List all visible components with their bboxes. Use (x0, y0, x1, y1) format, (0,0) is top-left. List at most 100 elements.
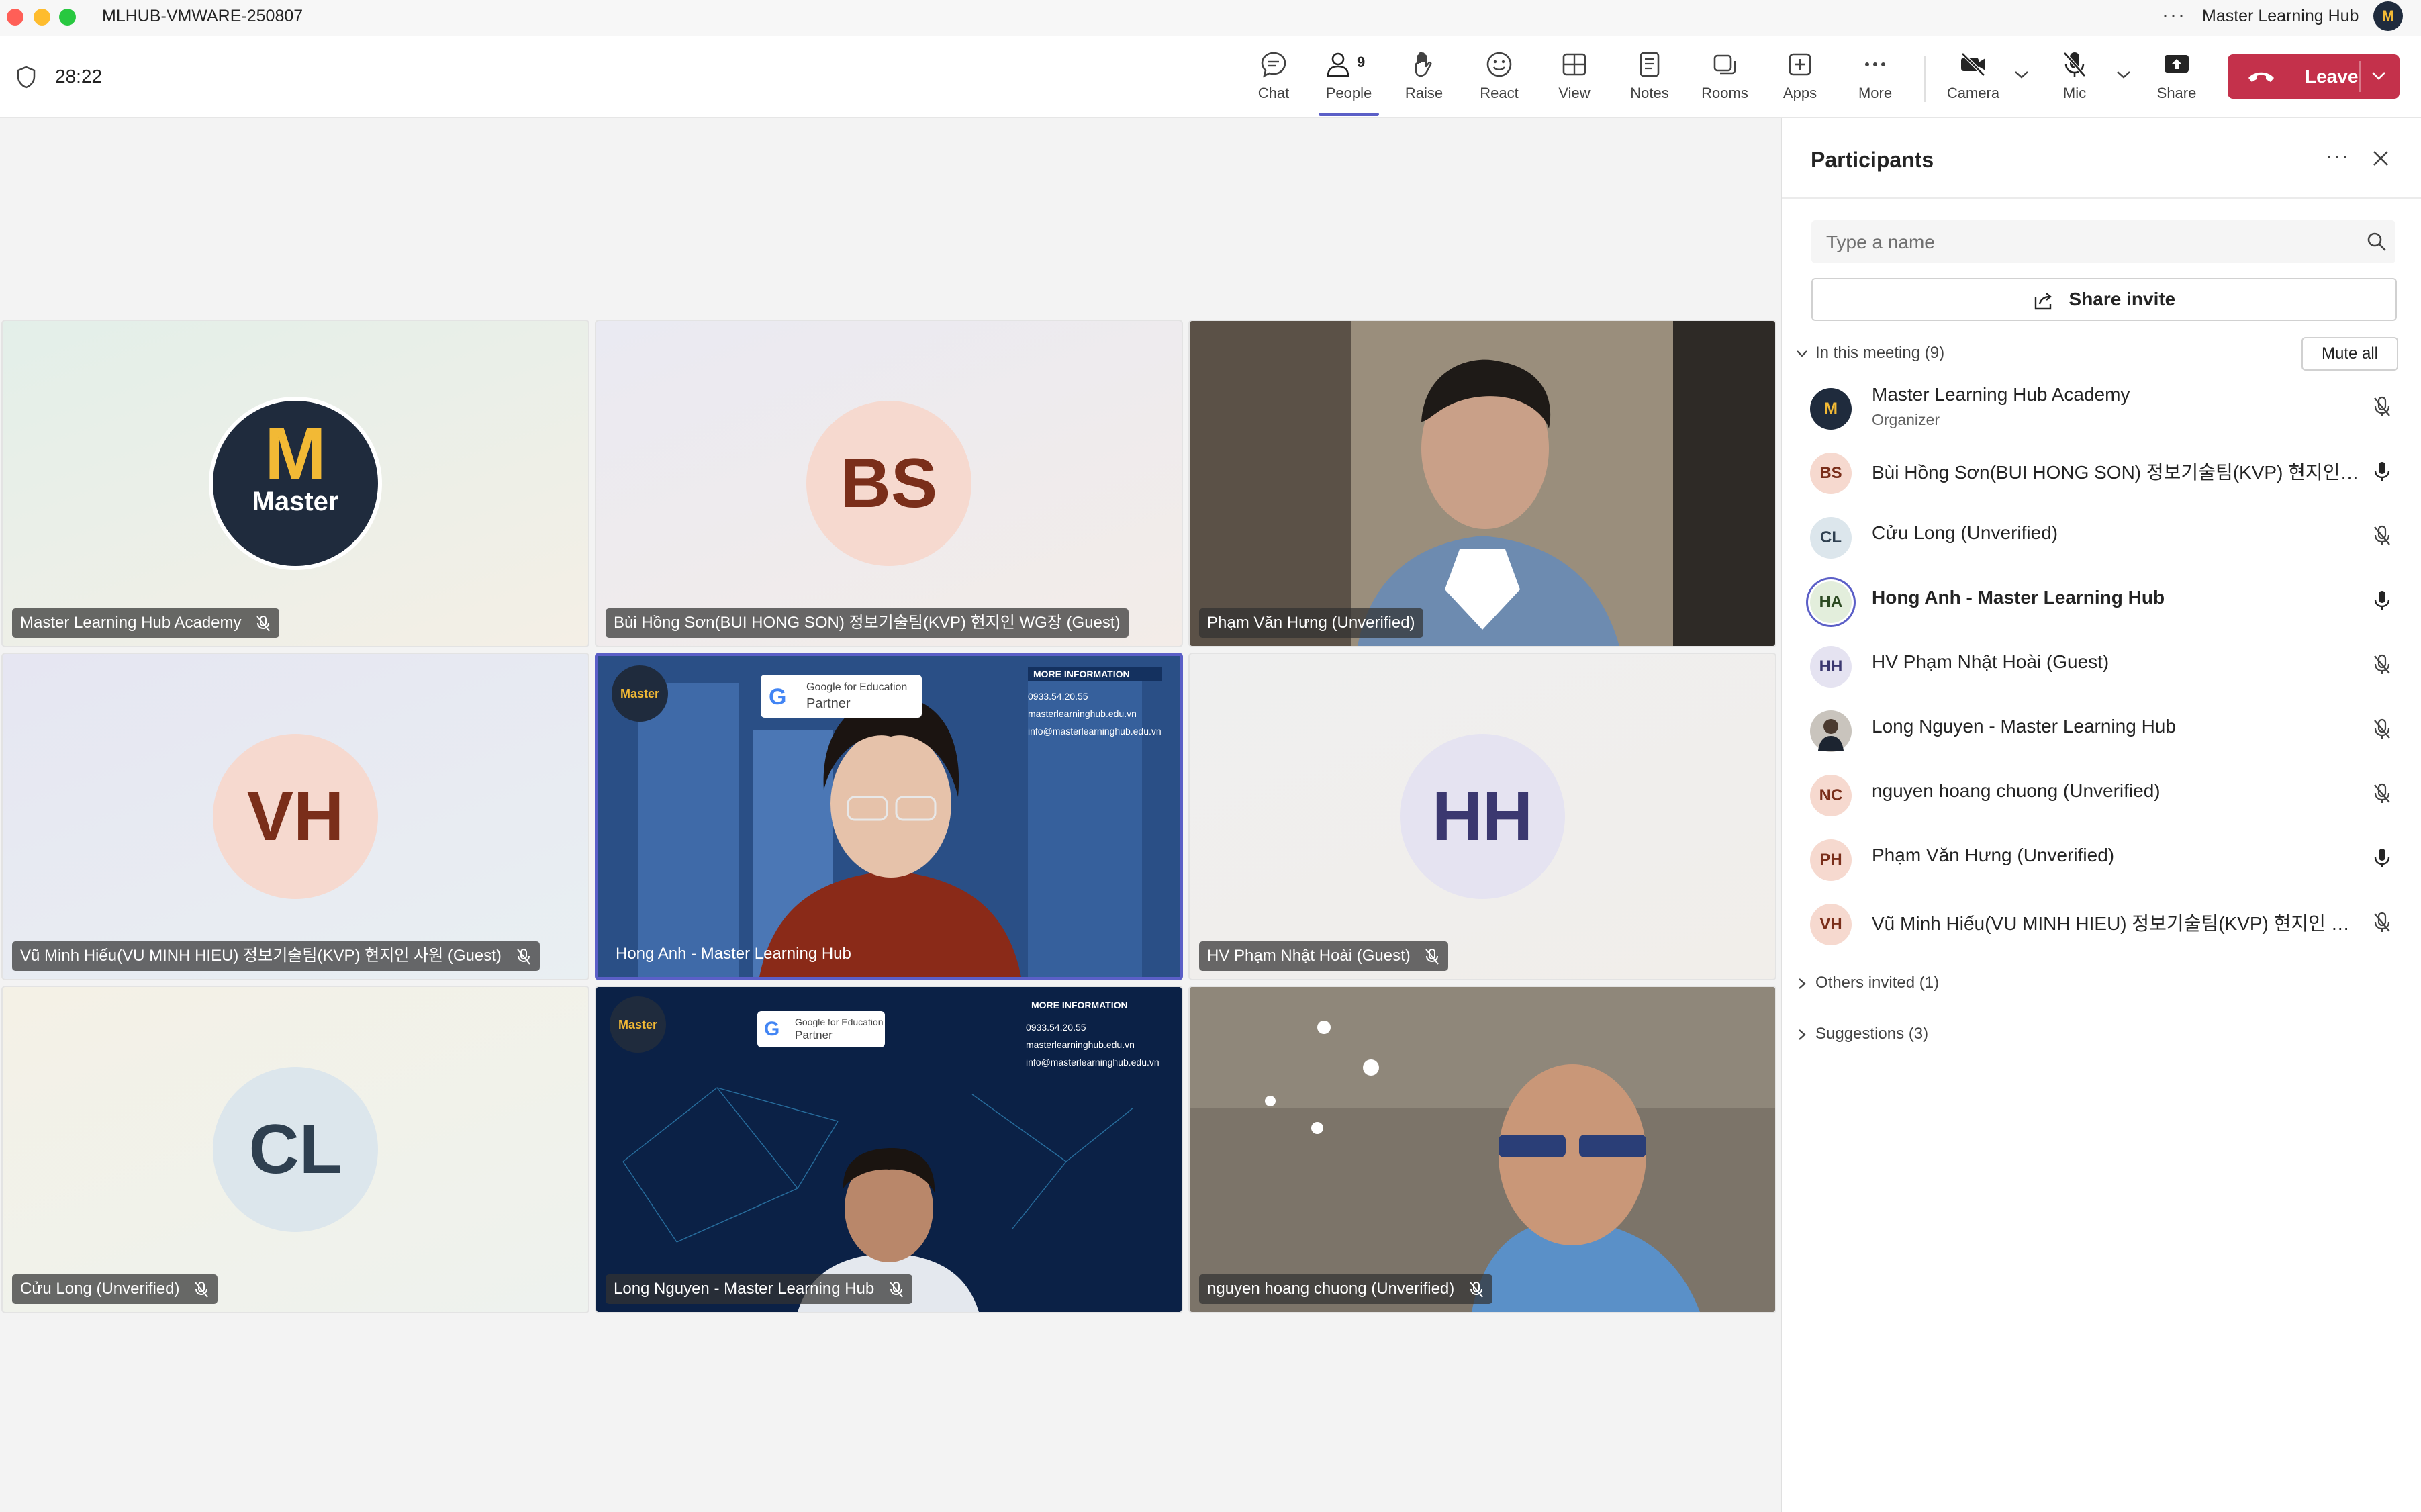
suggestions-section-toggle[interactable]: Suggestions (3) (1795, 1021, 1928, 1047)
organizer-logo-avatar: M Master (209, 397, 382, 570)
participant-tile[interactable]: BS Bùi Hồng Sơn(BUI HONG SON) 정보기술팀(KVP)… (595, 320, 1183, 647)
google-g-icon: G (769, 684, 787, 710)
participant-name: Vũ Minh Hiếu(VU MINH HIEU) 정보기술팀(KVP) 현지… (1872, 913, 2362, 934)
in-meeting-section-toggle[interactable]: In this meeting (9) (1795, 340, 1944, 367)
raise-hand-button[interactable]: Raise (1392, 50, 1456, 110)
leave-options-chevron-icon[interactable] (2370, 66, 2387, 87)
camera-options-chevron-icon[interactable] (2014, 66, 2029, 83)
participant-name: Phạm Văn Hưng (Unverified) (1872, 845, 2115, 865)
view-label: View (1558, 85, 1591, 101)
mic-muted-icon[interactable] (2373, 525, 2391, 550)
panel-title: Participants (1811, 148, 1934, 172)
participant-name-tag: Phạm Văn Hưng (Unverified) (1199, 608, 1423, 638)
mic-off-icon (2063, 52, 2086, 77)
participant-video-tile[interactable]: Master G Google for Education Partner MO… (595, 986, 1183, 1313)
chevron-down-icon (1797, 350, 1807, 357)
participant-row[interactable]: NC nguyen hoang chuong (Unverified) (1782, 763, 2421, 827)
participant-tile[interactable]: HH HV Phạm Nhật Hoài (Guest) (1188, 653, 1776, 980)
react-label: React (1480, 85, 1519, 101)
mic-muted-icon (256, 615, 270, 632)
participant-initials-avatar: BS (806, 401, 971, 566)
meeting-timer: 28:22 (55, 66, 103, 87)
notes-icon (1640, 52, 1660, 77)
participant-video-tile[interactable]: nguyen hoang chuong (Unverified) (1188, 986, 1776, 1313)
participant-search-input[interactable] (1825, 227, 2351, 258)
mic-muted-icon[interactable] (2373, 912, 2391, 937)
participant-video-tile[interactable]: Phạm Văn Hưng (Unverified) (1188, 320, 1776, 647)
participant-row[interactable]: M Master Learning Hub Academy Organizer (1782, 376, 2421, 440)
people-button[interactable]: 9 People (1317, 50, 1381, 110)
participant-video-tile-speaking[interactable]: Master G Google for Education Partner MO… (595, 653, 1183, 980)
participant-name-tag: Cửu Long (Unverified) (12, 1274, 218, 1304)
participant-name: nguyen hoang chuong (Unverified) (1872, 780, 2161, 801)
window-title: MLHUB-VMWARE-250807 (102, 7, 303, 26)
mic-icon[interactable] (2373, 461, 2391, 485)
mic-muted-icon[interactable] (2373, 396, 2391, 421)
leave-button[interactable]: Leave (2228, 54, 2400, 99)
video-stage: M Master Master Learning Hub Academy BS … (0, 118, 1781, 1512)
mic-muted-icon[interactable] (2373, 783, 2391, 808)
participant-avatar: BS (1810, 453, 1852, 494)
mic-muted-icon[interactable] (2373, 718, 2391, 743)
participant-tile[interactable]: M Master Master Learning Hub Academy (1, 320, 589, 647)
view-button[interactable]: View (1542, 50, 1607, 110)
mic-muted-icon[interactable] (2373, 654, 2391, 679)
master-logo: Master (610, 996, 666, 1053)
participant-name: Master Learning Hub Academy (1872, 384, 2130, 405)
search-icon[interactable] (2366, 231, 2387, 256)
smiley-icon (1486, 52, 1512, 77)
participant-avatar: VH (1810, 904, 1852, 945)
participant-initials-avatar: HH (1400, 734, 1565, 899)
chat-label: Chat (1257, 85, 1290, 101)
participant-name-tag: Hong Anh - Master Learning Hub (616, 945, 851, 963)
chat-button[interactable]: Chat (1241, 50, 1306, 110)
share-button[interactable]: Share (2144, 50, 2209, 110)
participant-row[interactable]: VH Vũ Minh Hiếu(VU MINH HIEU) 정보기술팀(KVP) … (1782, 892, 2421, 956)
close-icon[interactable] (2371, 149, 2390, 171)
contact-info-overlay: MORE INFORMATION 0933.54.20.55 masterlea… (1028, 667, 1162, 737)
more-button[interactable]: More (1843, 50, 1907, 110)
participant-avatar: NC (1810, 775, 1852, 816)
account-avatar[interactable]: M (2373, 1, 2403, 31)
participant-row[interactable]: HA Hong Anh - Master Learning Hub (1782, 569, 2421, 634)
participant-row[interactable]: HH HV Phạm Nhật Hoài (Guest) (1782, 634, 2421, 698)
participant-initials-avatar: VH (213, 734, 378, 899)
participant-name-tag: Vũ Minh Hiếu(VU MINH HIEU) 정보기술팀(KVP) 현지… (12, 941, 540, 971)
account-name: Master Learning Hub (2202, 7, 2359, 26)
mute-all-button[interactable]: Mute all (2301, 337, 2398, 371)
chat-icon (1261, 52, 1286, 78)
rooms-button[interactable]: Rooms (1693, 50, 1757, 110)
camera-off-icon (1961, 52, 1985, 77)
mic-icon[interactable] (2373, 589, 2391, 614)
participant-row[interactable]: BS Bùi Hồng Sơn(BUI HONG SON) 정보기술팀(KVP) … (1782, 440, 2421, 505)
participant-name-tag: nguyen hoang chuong (Unverified) (1199, 1274, 1492, 1304)
share-screen-icon (2165, 55, 2189, 73)
google-partner-badge: G Google for Education Partner (761, 675, 922, 718)
participant-name-tag: Bùi Hồng Sơn(BUI HONG SON) 정보기술팀(KVP) 현지… (606, 608, 1129, 638)
camera-label: Camera (1946, 85, 2000, 101)
apps-button[interactable]: Apps (1768, 50, 1832, 110)
mic-icon[interactable] (2373, 847, 2391, 872)
mic-muted-icon (1470, 1281, 1483, 1298)
mic-button[interactable]: Mic (2042, 50, 2107, 110)
mic-options-chevron-icon[interactable] (2116, 66, 2131, 83)
participant-tile[interactable]: CL Cửu Long (Unverified) (1, 986, 589, 1313)
participant-tile[interactable]: VH Vũ Minh Hiếu(VU MINH HIEU) 정보기술팀(KVP)… (1, 653, 589, 980)
participant-row[interactable]: CL Cửu Long (Unverified) (1782, 505, 2421, 569)
participant-row[interactable]: Long Nguyen - Master Learning Hub (1782, 698, 2421, 763)
more-options-icon[interactable]: ··· (2162, 4, 2186, 27)
notes-button[interactable]: Notes (1617, 50, 1682, 110)
close-window-button[interactable] (7, 9, 23, 26)
chevron-right-icon (1799, 978, 1806, 989)
more-options-icon[interactable]: ··· (2326, 145, 2350, 168)
react-button[interactable]: React (1467, 50, 1531, 110)
others-invited-section-toggle[interactable]: Others invited (1) (1795, 970, 1939, 996)
participant-avatar: PH (1810, 839, 1852, 881)
camera-button[interactable]: Camera (1941, 50, 2005, 110)
zoom-window-button[interactable] (59, 9, 76, 26)
participant-name: Hong Anh - Master Learning Hub (1872, 587, 2165, 608)
raise-label: Raise (1405, 85, 1443, 101)
participant-row[interactable]: PH Phạm Văn Hưng (Unverified) (1782, 827, 2421, 892)
share-invite-button[interactable]: Share invite (1811, 278, 2397, 321)
minimize-window-button[interactable] (34, 9, 50, 26)
